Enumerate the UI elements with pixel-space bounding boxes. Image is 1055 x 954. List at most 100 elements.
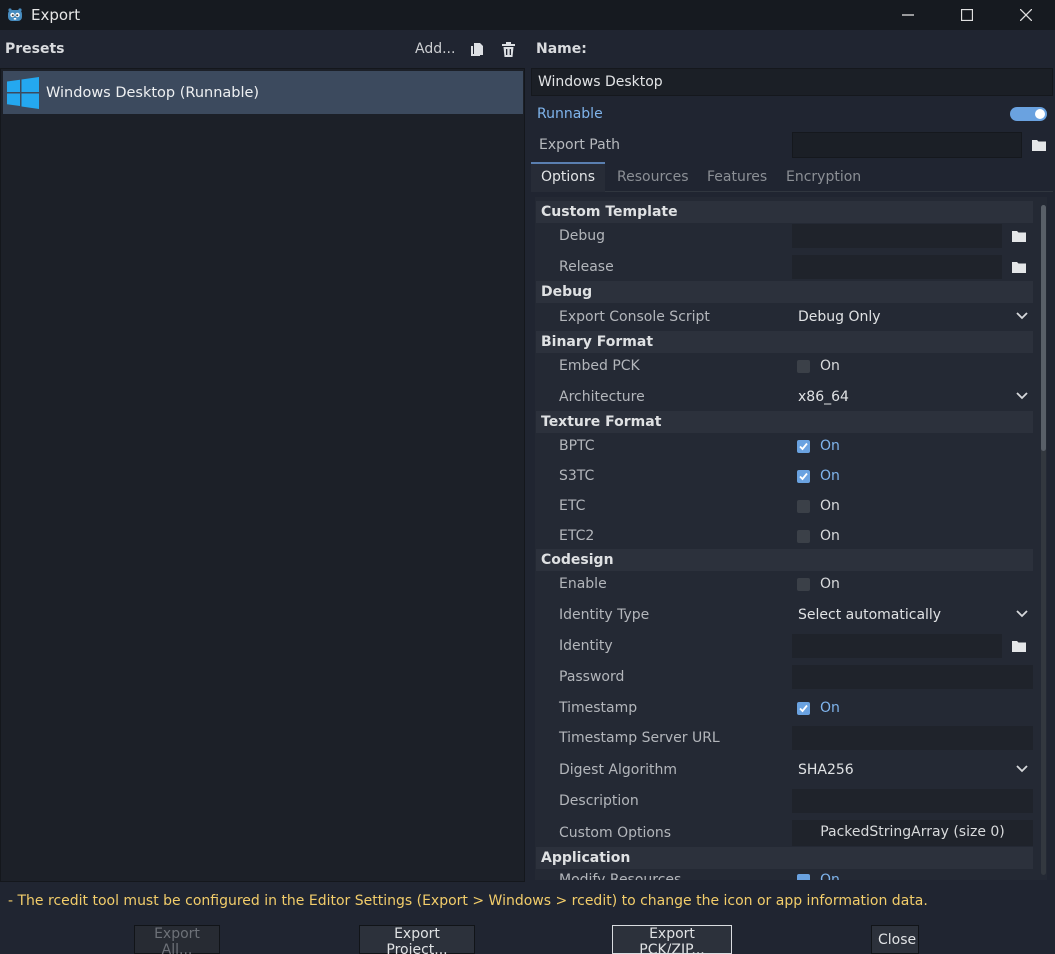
etc-checkbox[interactable] — [797, 500, 810, 513]
etc-text: On — [820, 498, 840, 514]
password-label: Password — [559, 669, 625, 685]
s3tc-label: S3TC — [559, 468, 595, 484]
section-binary-format[interactable]: Binary Format — [536, 331, 1033, 353]
presets-list: Windows Desktop (Runnable) — [0, 68, 525, 882]
embed-pck-text: On — [820, 358, 840, 374]
codesign-enable-checkbox[interactable] — [797, 578, 810, 591]
timestamp-checkbox[interactable] — [797, 702, 810, 715]
custom-options-array-button[interactable]: PackedStringArray (size 0) — [792, 820, 1033, 846]
debug-template-label: Debug — [559, 228, 606, 244]
modify-resources-text: On — [820, 872, 840, 880]
bptc-label: BPTC — [559, 438, 595, 454]
modify-resources-label: Modify Resources — [559, 872, 682, 880]
folder-icon — [1011, 262, 1026, 273]
bptc-checkbox[interactable] — [797, 440, 810, 453]
export-pck-zip-button[interactable]: Export PCK/ZIP... — [612, 925, 732, 954]
section-texture-format[interactable]: Texture Format — [536, 411, 1033, 433]
folder-icon — [1011, 641, 1026, 652]
export-path-browse-button[interactable] — [1024, 132, 1053, 158]
s3tc-checkbox[interactable] — [797, 470, 810, 483]
minimize-button[interactable] — [878, 0, 937, 30]
add-preset-button[interactable]: Add... — [415, 41, 455, 57]
tab-encryption[interactable]: Encryption — [776, 162, 871, 192]
checkmark-icon — [799, 442, 808, 451]
identity-browse-button[interactable] — [1004, 634, 1033, 658]
codesign-enable-label: Enable — [559, 576, 607, 592]
export-all-button[interactable]: Export All... — [134, 925, 220, 954]
tab-resources[interactable]: Resources — [607, 162, 699, 192]
section-debug[interactable]: Debug — [536, 281, 1033, 303]
export-path-input[interactable] — [792, 132, 1022, 158]
timestamp-url-label: Timestamp Server URL — [559, 730, 720, 746]
tab-bar: Options Resources Features Encryption — [531, 162, 1053, 192]
export-console-script-label: Export Console Script — [559, 309, 710, 325]
checkmark-icon — [799, 704, 808, 713]
windows-logo-icon — [7, 76, 39, 109]
etc2-checkbox[interactable] — [797, 530, 810, 543]
name-label: Name: — [536, 41, 587, 57]
presets-title: Presets — [5, 41, 65, 57]
timestamp-label: Timestamp — [559, 700, 638, 716]
description-input[interactable] — [792, 789, 1033, 813]
runnable-toggle[interactable] — [1010, 107, 1047, 121]
etc2-label: ETC2 — [559, 528, 595, 544]
password-input[interactable] — [792, 665, 1033, 689]
identity-type-value: Select automatically — [798, 607, 942, 623]
close-button[interactable]: Close — [871, 925, 919, 954]
duplicate-icon[interactable] — [470, 42, 484, 57]
release-template-label: Release — [559, 259, 614, 275]
etc2-text: On — [820, 528, 840, 544]
maximize-icon — [960, 9, 973, 21]
digest-algorithm-value: SHA256 — [798, 762, 854, 778]
preset-item-windows-desktop[interactable]: Windows Desktop (Runnable) — [3, 71, 523, 114]
release-template-browse-button[interactable] — [1004, 255, 1033, 279]
godot-logo-icon — [8, 8, 22, 21]
timestamp-text: On — [820, 700, 840, 716]
preset-name-input[interactable]: Windows Desktop — [531, 68, 1053, 96]
debug-template-browse-button[interactable] — [1004, 224, 1033, 248]
release-template-input[interactable] — [792, 255, 1002, 279]
description-label: Description — [559, 793, 639, 809]
tab-options[interactable]: Options — [531, 162, 605, 192]
modify-resources-row-clip: Modify Resources On — [535, 870, 1040, 880]
chevron-down-icon — [1016, 610, 1028, 618]
title-bar: Export — [0, 0, 1055, 30]
export-path-label: Export Path — [539, 137, 621, 153]
tab-features[interactable]: Features — [697, 162, 777, 192]
rcedit-warning: - The rcedit tool must be configured in … — [8, 893, 928, 909]
timestamp-url-input[interactable] — [792, 726, 1033, 750]
bptc-text: On — [820, 438, 840, 454]
identity-type-label: Identity Type — [559, 607, 650, 623]
window-title: Export — [31, 6, 81, 24]
runnable-label: Runnable — [537, 106, 603, 122]
identity-input[interactable] — [792, 634, 1002, 658]
embed-pck-checkbox[interactable] — [797, 360, 810, 373]
export-console-script-value: Debug Only — [798, 309, 881, 325]
trash-icon[interactable] — [501, 42, 516, 57]
maximize-button[interactable] — [937, 0, 996, 30]
section-application[interactable]: Application — [536, 847, 1033, 869]
folder-icon — [1011, 231, 1026, 242]
identity-label: Identity — [559, 638, 613, 654]
section-codesign[interactable]: Codesign — [536, 549, 1033, 571]
folder-icon — [1031, 140, 1046, 151]
etc-label: ETC — [559, 498, 586, 514]
modify-resources-checkbox[interactable] — [797, 874, 810, 880]
minimize-icon — [901, 14, 914, 16]
chevron-down-icon — [1016, 312, 1028, 320]
checkmark-icon — [799, 472, 808, 481]
chevron-down-icon — [1016, 765, 1028, 773]
embed-pck-label: Embed PCK — [559, 358, 640, 374]
chevron-down-icon — [1016, 392, 1028, 400]
custom-options-label: Custom Options — [559, 825, 672, 841]
section-custom-template[interactable]: Custom Template — [536, 201, 1033, 223]
architecture-label: Architecture — [559, 389, 645, 405]
options-scrollbar-thumb[interactable] — [1041, 205, 1046, 451]
codesign-enable-text: On — [820, 576, 840, 592]
digest-algorithm-label: Digest Algorithm — [559, 762, 677, 778]
preset-item-label: Windows Desktop (Runnable) — [46, 84, 260, 101]
architecture-value: x86_64 — [798, 389, 849, 405]
debug-template-input[interactable] — [792, 224, 1002, 248]
close-window-button[interactable] — [996, 0, 1055, 30]
export-project-button[interactable]: Export Project... — [359, 925, 475, 954]
